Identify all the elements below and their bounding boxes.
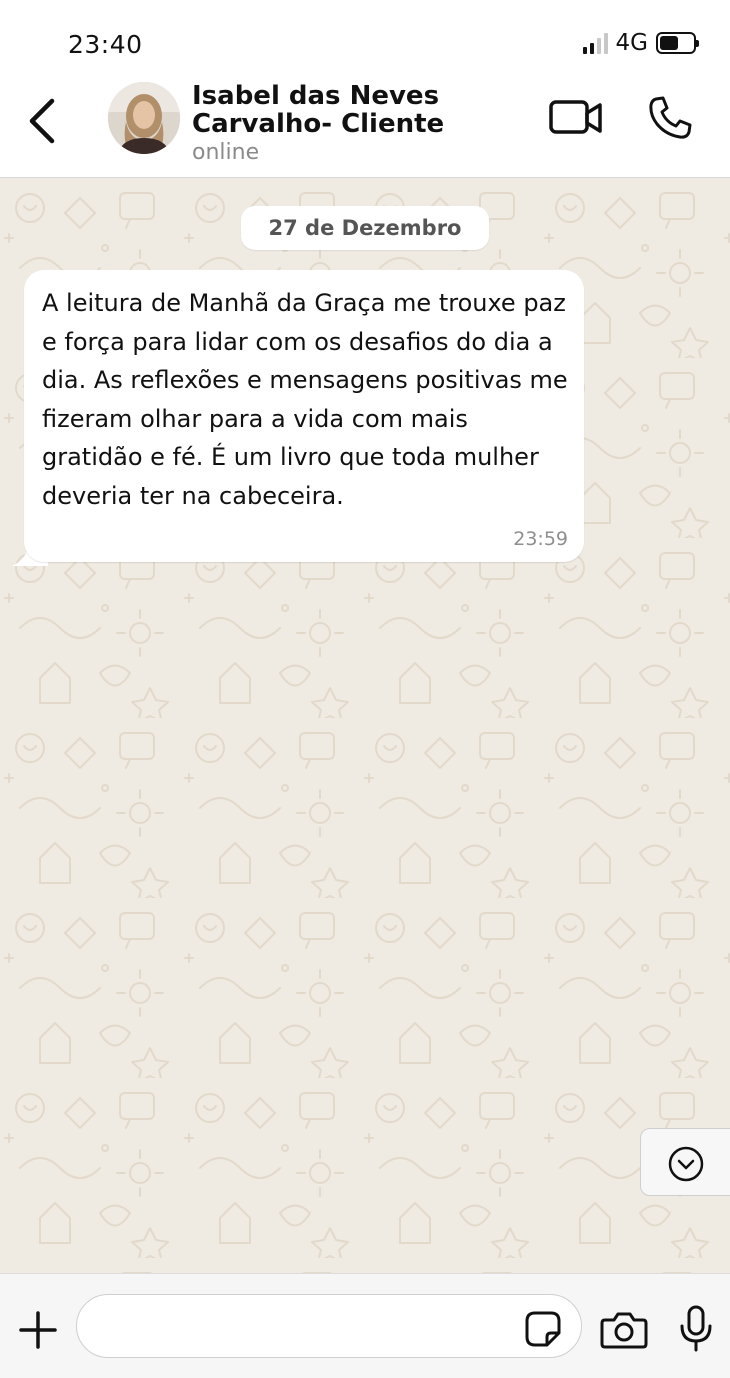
status-indicators: 4G — [582, 30, 699, 56]
camera-button[interactable] — [600, 1310, 648, 1350]
phone-icon — [649, 96, 692, 139]
camera-icon — [600, 1312, 648, 1349]
network-label: 4G — [615, 30, 648, 56]
date-separator: 27 de Dezembro — [241, 206, 489, 250]
attach-button[interactable] — [18, 1310, 58, 1350]
scroll-to-bottom-button[interactable] — [640, 1128, 730, 1196]
voice-call-button[interactable] — [646, 94, 694, 142]
back-button[interactable] — [22, 96, 66, 146]
video-call-button[interactable] — [548, 96, 604, 140]
message-text: A leitura de Manhã da Graça me trouxe pa… — [42, 289, 568, 510]
sticker-button[interactable] — [523, 1309, 563, 1349]
avatar[interactable] — [108, 82, 180, 154]
contact-status: online — [192, 140, 260, 165]
signal-icon — [582, 32, 608, 54]
chat-header: Isabel das Neves Carvalho- Cliente onlin… — [0, 72, 730, 178]
sticker-icon — [525, 1311, 561, 1347]
message-time: 23:59 — [513, 528, 568, 550]
plus-icon — [19, 1311, 57, 1349]
status-time: 23:40 — [68, 30, 143, 59]
message-input[interactable] — [101, 1305, 521, 1349]
message-bubble[interactable]: A leitura de Manhã da Graça me trouxe pa… — [24, 270, 584, 562]
battery-icon — [656, 32, 699, 54]
chevron-left-icon — [29, 98, 55, 144]
message-field[interactable] — [76, 1294, 582, 1358]
microphone-button[interactable] — [676, 1304, 716, 1354]
video-camera-icon — [549, 100, 602, 134]
avatar-image — [108, 82, 180, 154]
message-composer — [0, 1273, 730, 1378]
chat-area[interactable]: 27 de Dezembro A leitura de Manhã da Gra… — [0, 178, 730, 1273]
status-bar: 23:40 4G — [0, 0, 730, 72]
microphone-icon — [680, 1305, 712, 1352]
contact-name[interactable]: Isabel das Neves Carvalho- Cliente — [192, 82, 512, 138]
chevron-down-circle-icon — [668, 1146, 704, 1182]
